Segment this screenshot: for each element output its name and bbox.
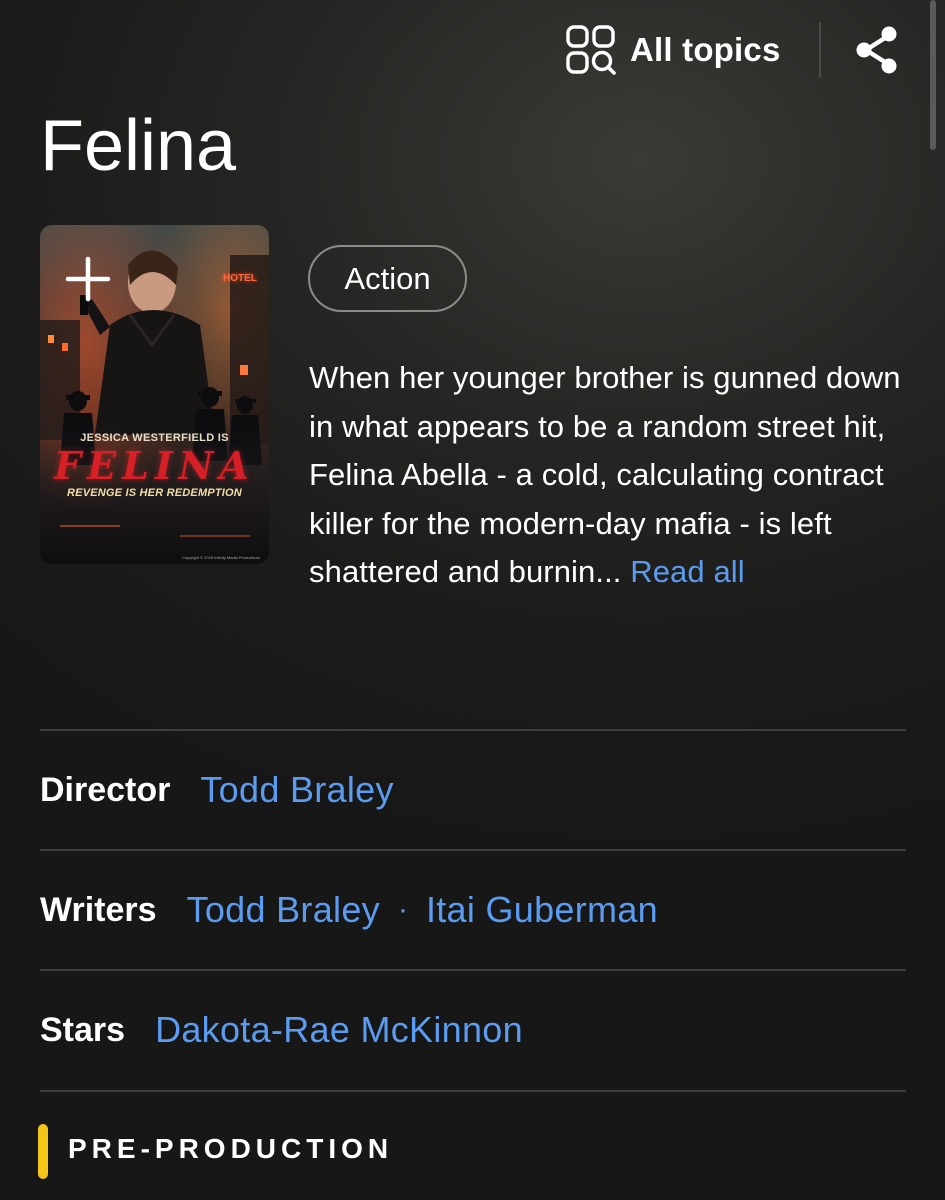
genre-chip-action[interactable]: Action	[308, 245, 467, 312]
writers-separator: ·	[397, 893, 408, 926]
top-bar: All topics	[0, 0, 945, 150]
poster-hotel-sign: HOTEL	[223, 273, 257, 285]
poster-tagline-bottom: REVENGE IS HER REDEMPTION	[67, 487, 242, 499]
page-title: Felina	[40, 106, 237, 186]
scrollbar[interactable]	[930, 0, 936, 150]
plot-summary: When her younger brother is gunned down …	[309, 354, 909, 597]
all-topics-label: All topics	[630, 31, 781, 68]
director-label: Director	[40, 770, 171, 809]
poster-copyright: Copyright © 2025 Infinity Media Producti…	[181, 555, 260, 560]
poster-title: FELINA	[54, 443, 255, 488]
share-icon	[852, 26, 902, 80]
writer-link[interactable]: Itai Guberman	[426, 889, 658, 931]
credit-row-director: Director Todd Braley	[40, 729, 906, 849]
production-status: PRE-PRODUCTION	[68, 1133, 394, 1164]
header-divider	[819, 22, 821, 78]
credit-row-writers: Writers Todd Braley · Itai Guberman	[40, 849, 906, 969]
stars-label: Stars	[40, 1010, 126, 1049]
director-link[interactable]: Todd Braley	[200, 769, 393, 811]
credit-row-stars: Stars Dakota-Rae McKinnon	[40, 969, 906, 1092]
writers-label: Writers	[40, 890, 157, 929]
read-all-link[interactable]: Read all	[630, 554, 745, 589]
movie-poster[interactable]: HOTEL JESSICA WESTERFIELD IS FELINA REVE…	[40, 225, 269, 564]
plot-text: When her younger brother is gunned down …	[309, 360, 901, 589]
status-accent-bar	[38, 1124, 48, 1179]
add-to-watchlist-button[interactable]	[40, 225, 136, 321]
star-link[interactable]: Dakota-Rae McKinnon	[155, 1009, 523, 1051]
all-topics-button[interactable]: All topics	[566, 24, 781, 76]
share-button[interactable]	[852, 24, 902, 76]
topics-grid-search-icon	[566, 25, 616, 75]
writer-link[interactable]: Todd Braley	[187, 889, 380, 931]
